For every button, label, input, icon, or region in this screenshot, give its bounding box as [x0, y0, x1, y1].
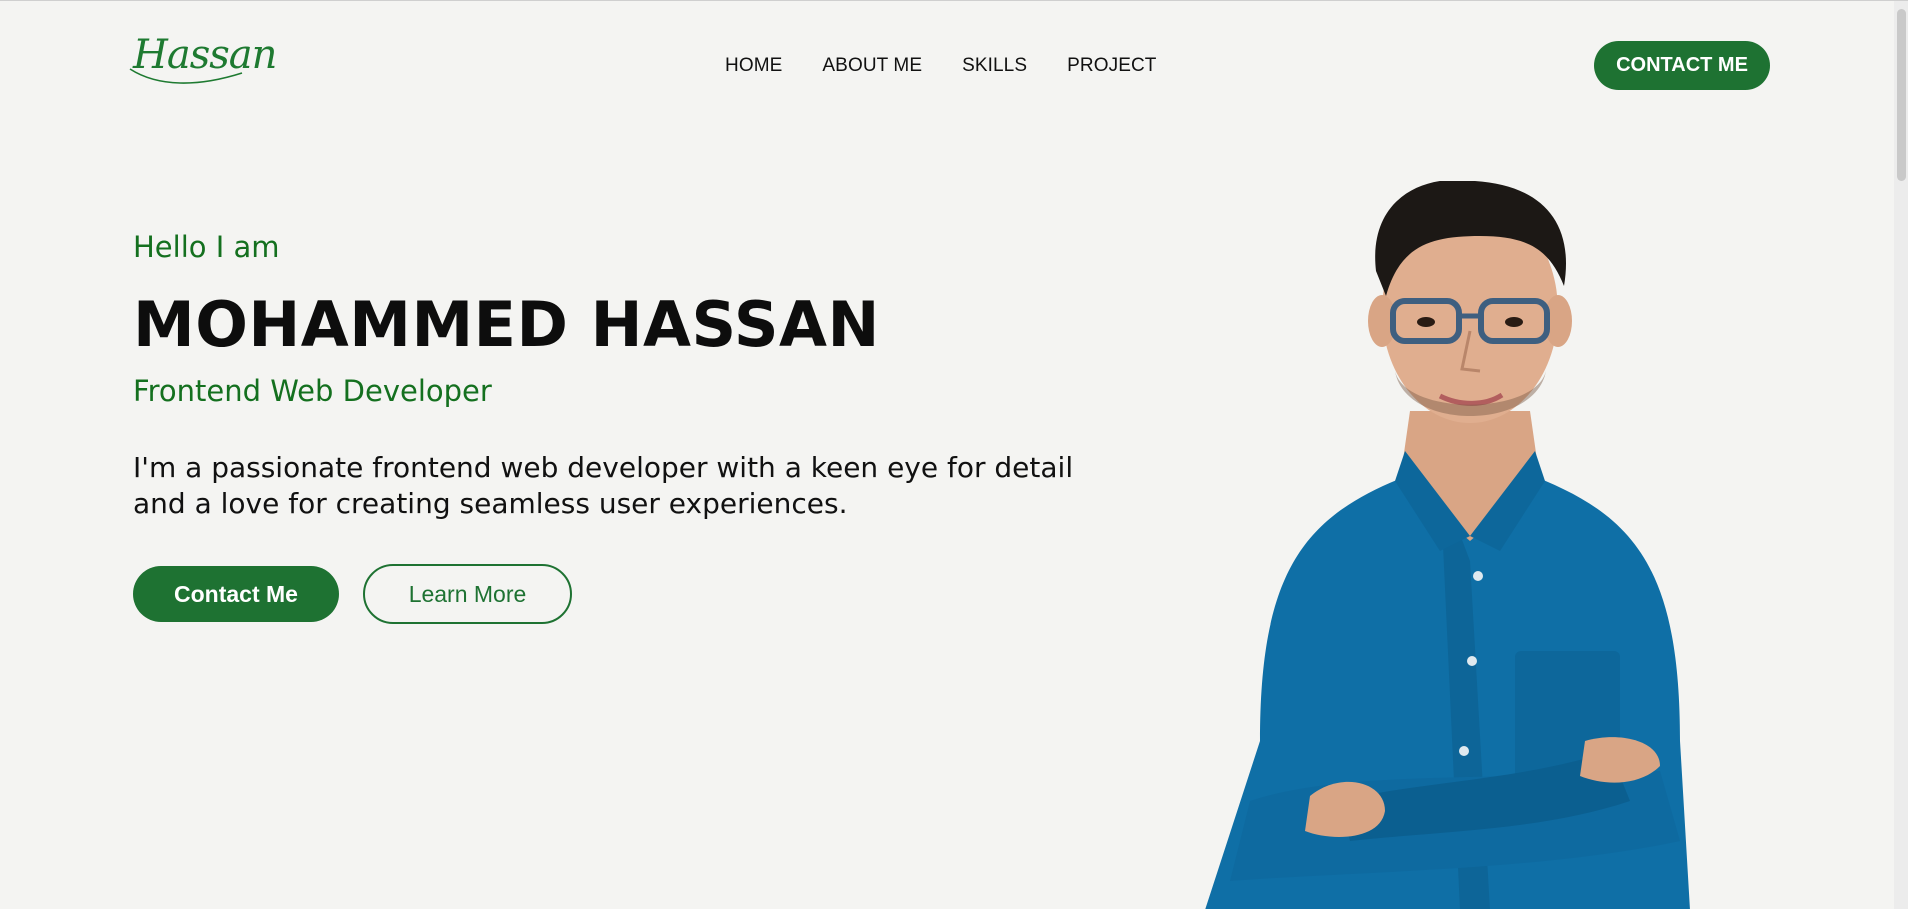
learn-more-button[interactable]: Learn More [363, 564, 572, 624]
portrait-photo [1205, 181, 1690, 909]
logo-swash-icon [129, 68, 243, 84]
contact-me-button[interactable]: Contact Me [133, 566, 339, 622]
header-contact-button[interactable]: CONTACT ME [1594, 41, 1770, 90]
portfolio-page: Hassan HOME ABOUT ME SKILLS PROJECT CONT… [0, 0, 1908, 909]
nav-project[interactable]: PROJECT [1067, 55, 1156, 77]
page-scrollbar[interactable] [1894, 1, 1908, 909]
hero-name: MOHAMMED HASSAN [133, 288, 880, 361]
nav-home[interactable]: HOME [725, 55, 782, 77]
main-nav: HOME ABOUT ME SKILLS PROJECT [725, 55, 1157, 77]
hero-intro: I'm a passionate frontend web developer … [133, 451, 1074, 520]
scrollbar-thumb[interactable] [1897, 9, 1906, 181]
hero-greeting: Hello I am [133, 230, 280, 264]
nav-skills[interactable]: SKILLS [962, 55, 1027, 77]
hero-role: Frontend Web Developer [133, 374, 492, 408]
nav-about-me[interactable]: ABOUT ME [822, 55, 922, 77]
